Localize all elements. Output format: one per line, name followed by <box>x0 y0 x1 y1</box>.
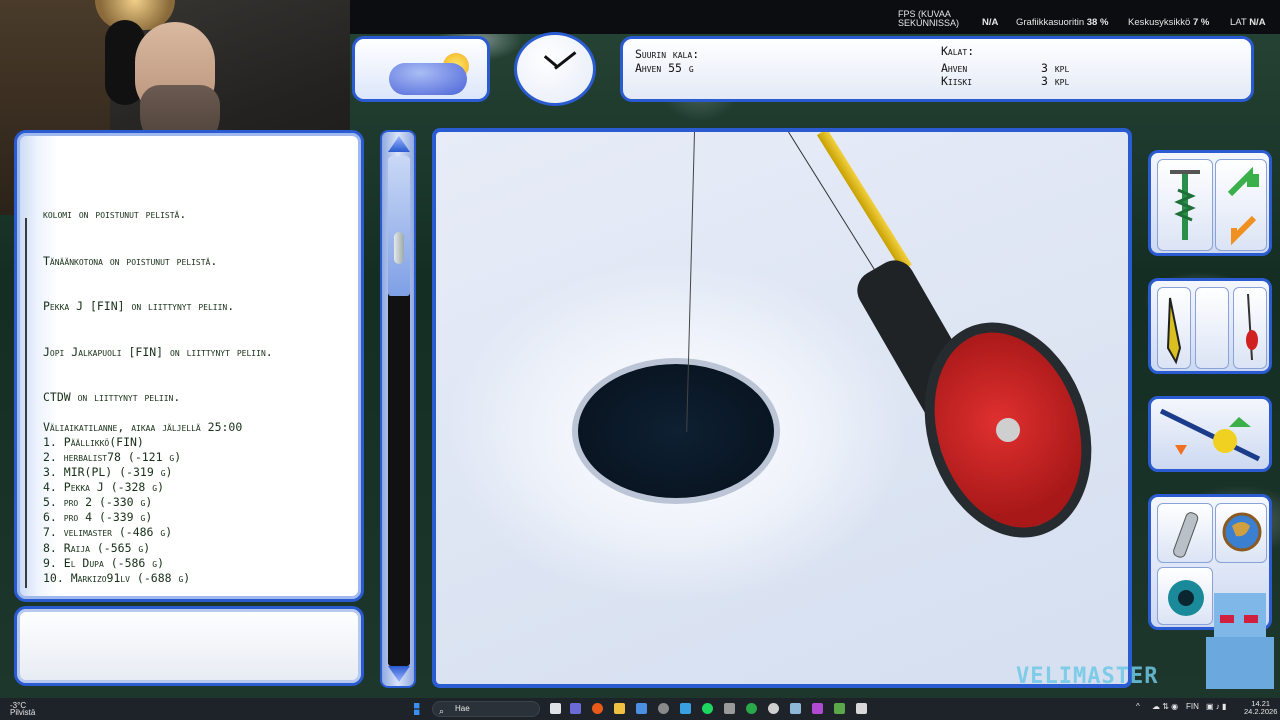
chat-line: kolomi on poistunut pelistä. <box>43 207 187 221</box>
chat-line: 1. Päällikkö(FIN) <box>43 435 144 449</box>
task-view-icon[interactable] <box>550 703 561 714</box>
swap-tool-button[interactable] <box>1215 159 1267 251</box>
biggest-fish-value: Ahven 55 g <box>635 61 694 75</box>
streamer-watermark: VELIMASTER <box>1016 664 1159 689</box>
chat-line: 7. velimaster (-486 g) <box>43 525 173 539</box>
fps-value: N/A <box>982 17 999 28</box>
chat-line: Väliaikatilanne, aikaa jäljellä 25:00 <box>43 420 243 434</box>
fish-count: 3 kpl <box>1041 61 1070 75</box>
taskbar-weather-widget[interactable]: -3°C Pilvistä <box>10 702 36 717</box>
clock-icon <box>514 32 596 106</box>
app-icon[interactable] <box>790 703 801 714</box>
lat-label: LAT <box>1230 17 1247 28</box>
cpu-label: Keskusyksikkö <box>1128 17 1191 28</box>
jig-rod-button[interactable] <box>1233 287 1267 369</box>
ice-auger-button[interactable] <box>1157 159 1213 251</box>
obs-icon[interactable] <box>768 703 779 714</box>
chat-line: 5. pro 2 (-330 g) <box>43 495 153 509</box>
chat-line: 6. pro 4 (-339 g) <box>43 510 153 524</box>
chat-line: 10. Markizo91lv (-688 g) <box>43 571 191 585</box>
chat-log-panel: kolomi on poistunut pelistä. Tänäänkoton… <box>14 130 364 602</box>
chat-line: CTDW on liittynyt peliin. <box>43 390 181 404</box>
globe-icon <box>1222 512 1262 552</box>
empty-slot-button[interactable] <box>1195 287 1229 369</box>
app-icon[interactable] <box>812 703 823 714</box>
taskbar-date: 24.2.2026 <box>1244 707 1278 716</box>
jig-rod-icon <box>1246 293 1258 361</box>
lure-icon <box>1166 297 1182 365</box>
slider-knob[interactable] <box>394 232 404 264</box>
taskbar-weather-desc: Pilvistä <box>10 708 36 717</box>
file-explorer-icon[interactable] <box>614 703 625 714</box>
taskbar-search-box[interactable]: ⌕ Hae <box>432 701 540 717</box>
fish-count-label: Kalat: <box>941 44 975 58</box>
chat-line: Tänäänkotona on poistunut pelistä. <box>43 254 218 268</box>
fps-label: FPS (KUVAA SEKUNNISSA) <box>898 9 960 28</box>
depth-slider[interactable] <box>380 130 416 688</box>
weather-panel <box>352 36 490 102</box>
ice-hole-view[interactable] <box>432 128 1132 688</box>
chat-line: Pekka J [FIN] on liittynyt peliin. <box>43 299 235 313</box>
cpu-value: 7 % <box>1192 17 1210 28</box>
steam-icon[interactable] <box>680 703 691 714</box>
app-icon[interactable] <box>724 703 735 714</box>
chat-input[interactable] <box>14 606 364 686</box>
chat-scrollbar[interactable] <box>25 218 35 588</box>
tray-chevron-icon[interactable]: ^ <box>1136 702 1140 711</box>
swap-arrows-icon <box>1227 166 1259 246</box>
chat-line: 4. Pekka J (-328 g) <box>43 480 165 494</box>
search-icon: ⌕ <box>439 706 445 716</box>
rod-settings-icon <box>1159 408 1261 462</box>
tool-rod-panel[interactable] <box>1148 396 1272 472</box>
lat-value: N/A <box>1249 17 1266 28</box>
language-indicator[interactable]: FIN <box>1186 702 1199 711</box>
teams-icon[interactable] <box>570 703 581 714</box>
tool-lure-panel[interactable] <box>1148 278 1272 374</box>
chat-line: Jopi Jalkapuoli [FIN] on liittynyt pelii… <box>43 345 273 359</box>
flashlight-button[interactable] <box>1157 503 1213 563</box>
chat-line: 9. El Dupa (-586 g) <box>43 556 165 570</box>
xbox-icon[interactable] <box>746 703 757 714</box>
flashlight-icon <box>1173 512 1199 558</box>
taskbar-search-placeholder: Hae <box>455 704 470 713</box>
spotify-icon[interactable] <box>702 703 713 714</box>
clock-minute-hand <box>554 51 577 70</box>
tool-auger-panel[interactable] <box>1148 150 1272 256</box>
windows-taskbar: -3°C Pilvistä ⌕ Hae ^ ☁ ⇅ ◉ FIN ▣ ♪ ▮ 14… <box>0 698 1280 720</box>
catch-info-panel: Suurin kala: Ahven 55 g Kalat: Ahven 3 k… <box>620 36 1254 102</box>
streamer-mascot-icon <box>1200 585 1280 695</box>
biggest-fish-label: Suurin kala: <box>635 47 700 61</box>
slider-fill <box>388 156 410 296</box>
game-icon[interactable] <box>856 703 867 714</box>
fish-name: Ahven <box>941 61 968 75</box>
slider-down-arrow-icon[interactable] <box>388 666 410 682</box>
windows-start-icon[interactable] <box>414 703 420 715</box>
tray-icons[interactable]: ☁ ⇅ ◉ <box>1152 702 1178 711</box>
firefox-icon[interactable] <box>592 703 603 714</box>
chat-line: 8. Raija (-565 g) <box>43 541 151 555</box>
lure-button[interactable] <box>1157 287 1191 369</box>
app-icon[interactable] <box>834 703 845 714</box>
gpu-label: Grafiikkasuoritin <box>1016 17 1085 28</box>
chat-line: 2. herbalist78 (-121 g) <box>43 450 182 464</box>
weather-partly-cloudy-icon <box>389 63 467 95</box>
browser-icon[interactable] <box>658 703 669 714</box>
gpu-value: 38 % <box>1086 17 1109 28</box>
fish-count: 3 kpl <box>1041 74 1070 88</box>
globe-button[interactable] <box>1215 503 1267 563</box>
performance-overlay: FPS (KUVAA SEKUNNISSA) N/A Grafiikkasuor… <box>350 0 1280 34</box>
slider-up-arrow-icon[interactable] <box>388 136 410 152</box>
network-sound-icons[interactable]: ▣ ♪ ▮ <box>1206 702 1226 711</box>
chat-line: 3. MIR(PL) (-319 g) <box>43 465 173 479</box>
fish-name: Kiiski <box>941 74 973 88</box>
taskbar-clock[interactable]: 14.21 24.2.2026 <box>1244 700 1277 716</box>
store-icon[interactable] <box>636 703 647 714</box>
ice-auger-icon <box>1170 170 1200 240</box>
ice-hole[interactable] <box>578 364 774 498</box>
